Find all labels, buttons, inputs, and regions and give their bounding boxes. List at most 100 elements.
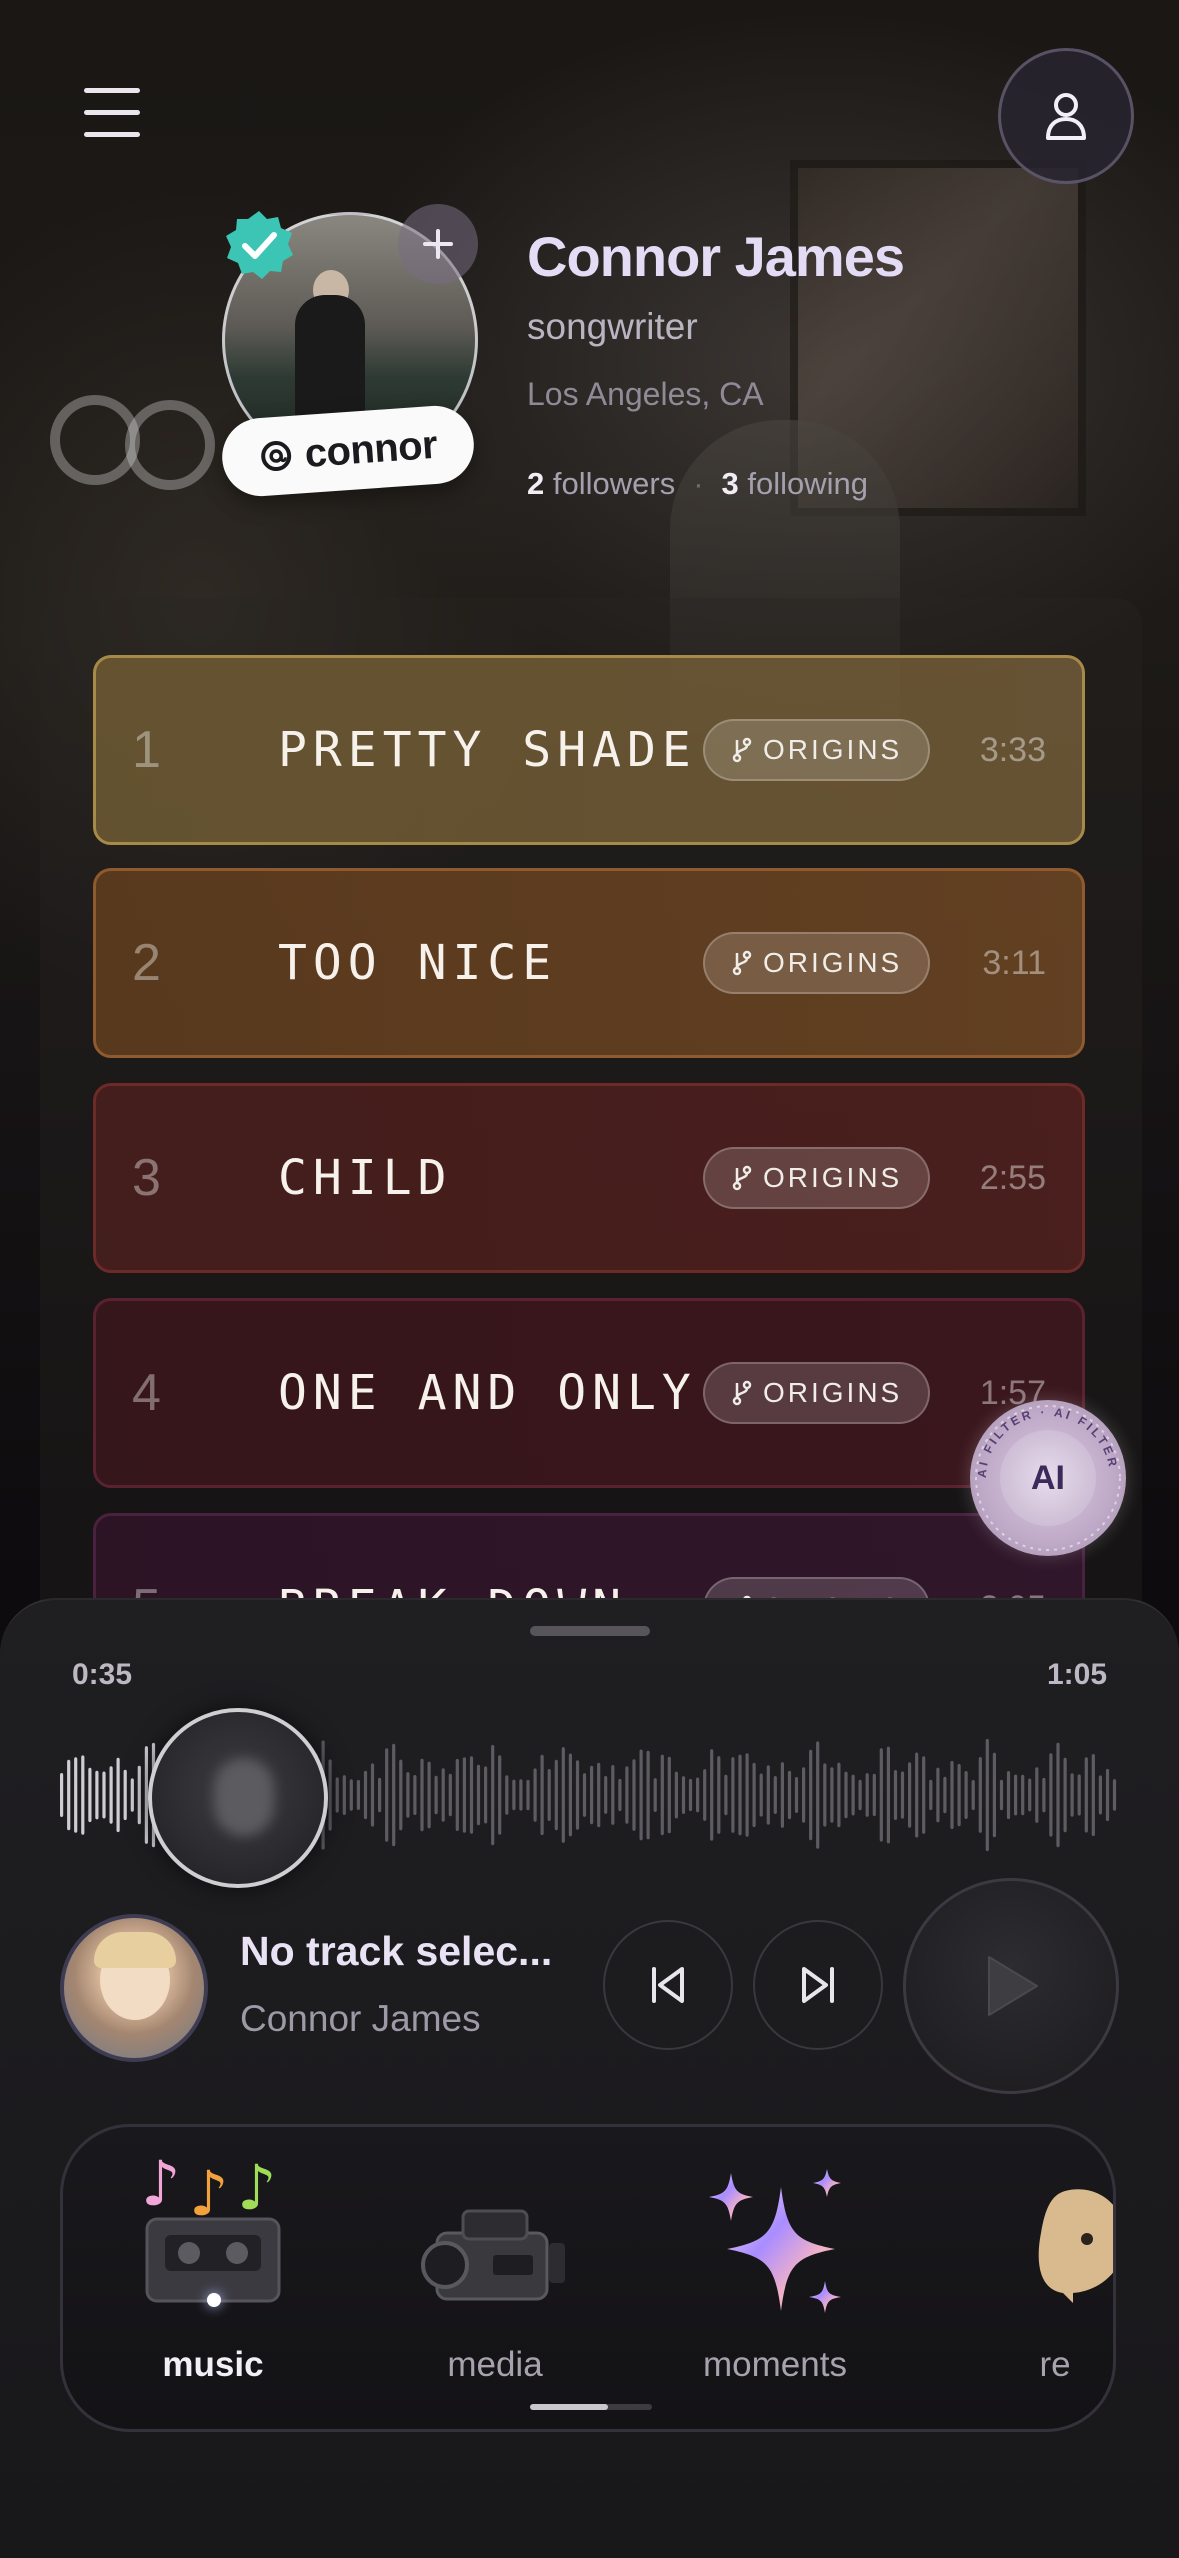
waveform-bar xyxy=(74,1757,78,1833)
background-reel xyxy=(125,400,215,490)
ai-ring-text: AI FILTER · AI FILTER xyxy=(975,1405,1118,1478)
menu-button[interactable] xyxy=(84,88,142,138)
following-link[interactable]: 3 following xyxy=(722,466,869,502)
waveform-bar xyxy=(1021,1774,1025,1816)
waveform-bar xyxy=(116,1757,120,1833)
waveform-bar xyxy=(1070,1773,1074,1817)
nav-scroll-fill xyxy=(530,2404,608,2410)
waveform-bar xyxy=(491,1744,495,1846)
waveform-bar xyxy=(731,1757,735,1833)
waveform-bar xyxy=(462,1757,466,1833)
nav-item-media[interactable]: media xyxy=(385,2127,605,2429)
waveform-bar xyxy=(597,1762,601,1828)
waveform-bar xyxy=(1098,1775,1102,1815)
waveform-bar xyxy=(780,1762,784,1828)
waveform-bar xyxy=(60,1773,64,1817)
nav-item-music[interactable]: ♪ ♪ ♪ music xyxy=(103,2127,323,2429)
waveform-bar xyxy=(710,1749,714,1841)
waveform-bar xyxy=(964,1771,968,1819)
total-time: 1:05 xyxy=(1046,1658,1107,1691)
previous-icon xyxy=(652,1967,684,2003)
waveform-bar xyxy=(703,1769,707,1821)
waveform-bar xyxy=(893,1770,898,1820)
waveform-bar xyxy=(851,1774,855,1816)
branch-icon xyxy=(732,950,752,976)
waveform-bar xyxy=(356,1779,360,1810)
waveform-bar xyxy=(88,1767,92,1823)
origins-button[interactable]: ORIGINS xyxy=(703,1362,931,1424)
waveform-bar xyxy=(865,1773,869,1817)
waveform-bar xyxy=(816,1741,820,1849)
origins-button[interactable]: ORIGINS xyxy=(703,1147,931,1209)
profile-name: Connor James xyxy=(527,225,905,288)
waveform-bar xyxy=(936,1767,940,1823)
nav-label: moments xyxy=(703,2345,847,2384)
waveform-bar xyxy=(759,1773,763,1817)
track-title: PRETTY SHADE xyxy=(278,722,697,778)
waveform-bar xyxy=(646,1750,650,1840)
add-button[interactable] xyxy=(398,204,478,284)
waveform-bar xyxy=(915,1752,919,1838)
scrub-handle[interactable] xyxy=(148,1708,328,1888)
waveform-bar xyxy=(900,1771,905,1819)
waveform-bar xyxy=(505,1775,509,1815)
waveform-bar xyxy=(787,1770,792,1820)
track-duration: 3:33 xyxy=(979,730,1046,769)
previous-button[interactable] xyxy=(603,1920,733,2050)
waveform-bar xyxy=(604,1776,608,1814)
track-duration: 3:11 xyxy=(982,943,1046,982)
waveform-bar xyxy=(837,1762,841,1828)
track-duration: 2:55 xyxy=(979,1158,1046,1197)
waveform-bar xyxy=(420,1758,424,1832)
waveform-bar xyxy=(526,1779,530,1811)
waveform-bar xyxy=(81,1755,85,1835)
waveform-bar xyxy=(943,1776,947,1814)
waveform-bar xyxy=(858,1779,862,1811)
waveform-bar xyxy=(67,1759,71,1831)
track-row[interactable]: 2 TOO NICE ORIGINS 3:11 xyxy=(93,868,1085,1058)
waveform-bar xyxy=(1028,1778,1032,1812)
waveform-bar xyxy=(1056,1742,1060,1848)
plus-icon xyxy=(423,229,453,259)
waveform-bar xyxy=(830,1767,834,1823)
now-playing-artist: Connor James xyxy=(240,1998,481,2039)
origins-button[interactable]: ORIGINS xyxy=(703,932,931,994)
profile-button[interactable] xyxy=(998,48,1134,184)
elapsed-time: 0:35 xyxy=(72,1658,133,1691)
person-icon xyxy=(1046,93,1086,140)
now-playing-title: No track selec... xyxy=(240,1928,553,1974)
waveform-bar xyxy=(123,1769,127,1821)
waveform-bar xyxy=(370,1763,375,1827)
now-playing-artwork[interactable] xyxy=(60,1914,208,2062)
waveform-bar xyxy=(992,1752,996,1838)
play-button[interactable] xyxy=(903,1878,1119,2094)
track-row[interactable]: 3 CHILD ORIGINS 2:55 xyxy=(93,1083,1085,1273)
followers-link[interactable]: 2 followers xyxy=(527,466,675,502)
profile-role: songwriter xyxy=(527,306,698,347)
track-row[interactable]: 4 ONE AND ONLY ORIGINS 1:57 xyxy=(93,1298,1085,1488)
track-row[interactable]: 1 PRETTY SHADE ORIGINS 3:33 xyxy=(93,655,1085,845)
nav-label: re xyxy=(1039,2345,1071,2384)
nav-scroll-indicator xyxy=(530,2404,652,2410)
waveform-bar xyxy=(406,1772,410,1818)
waveform-bar xyxy=(476,1764,481,1826)
waveform-bar xyxy=(427,1761,431,1829)
nav-item-partial[interactable]: re xyxy=(945,2127,1113,2429)
origins-label: ORIGINS xyxy=(763,734,903,765)
waveform-bar xyxy=(434,1775,438,1815)
next-button[interactable] xyxy=(753,1920,883,2050)
nav-item-moments[interactable]: moments xyxy=(665,2127,885,2429)
waveform-bar xyxy=(1014,1774,1018,1816)
origins-button[interactable]: ORIGINS xyxy=(703,719,931,781)
menu-icon xyxy=(84,88,140,93)
stats-separator: · xyxy=(693,466,704,501)
waveform-bar xyxy=(978,1757,982,1833)
track-title: ONE AND ONLY xyxy=(278,1365,697,1421)
waveform-bar xyxy=(674,1771,678,1819)
followers-count: 2 xyxy=(527,466,545,501)
sheet-grabber[interactable] xyxy=(530,1626,650,1636)
waveform-bar xyxy=(745,1753,749,1837)
waveform-bar xyxy=(109,1766,113,1824)
waveform-bar xyxy=(922,1756,926,1834)
ai-filter-button[interactable]: AI FILTER · AI FILTER AI xyxy=(970,1400,1126,1556)
